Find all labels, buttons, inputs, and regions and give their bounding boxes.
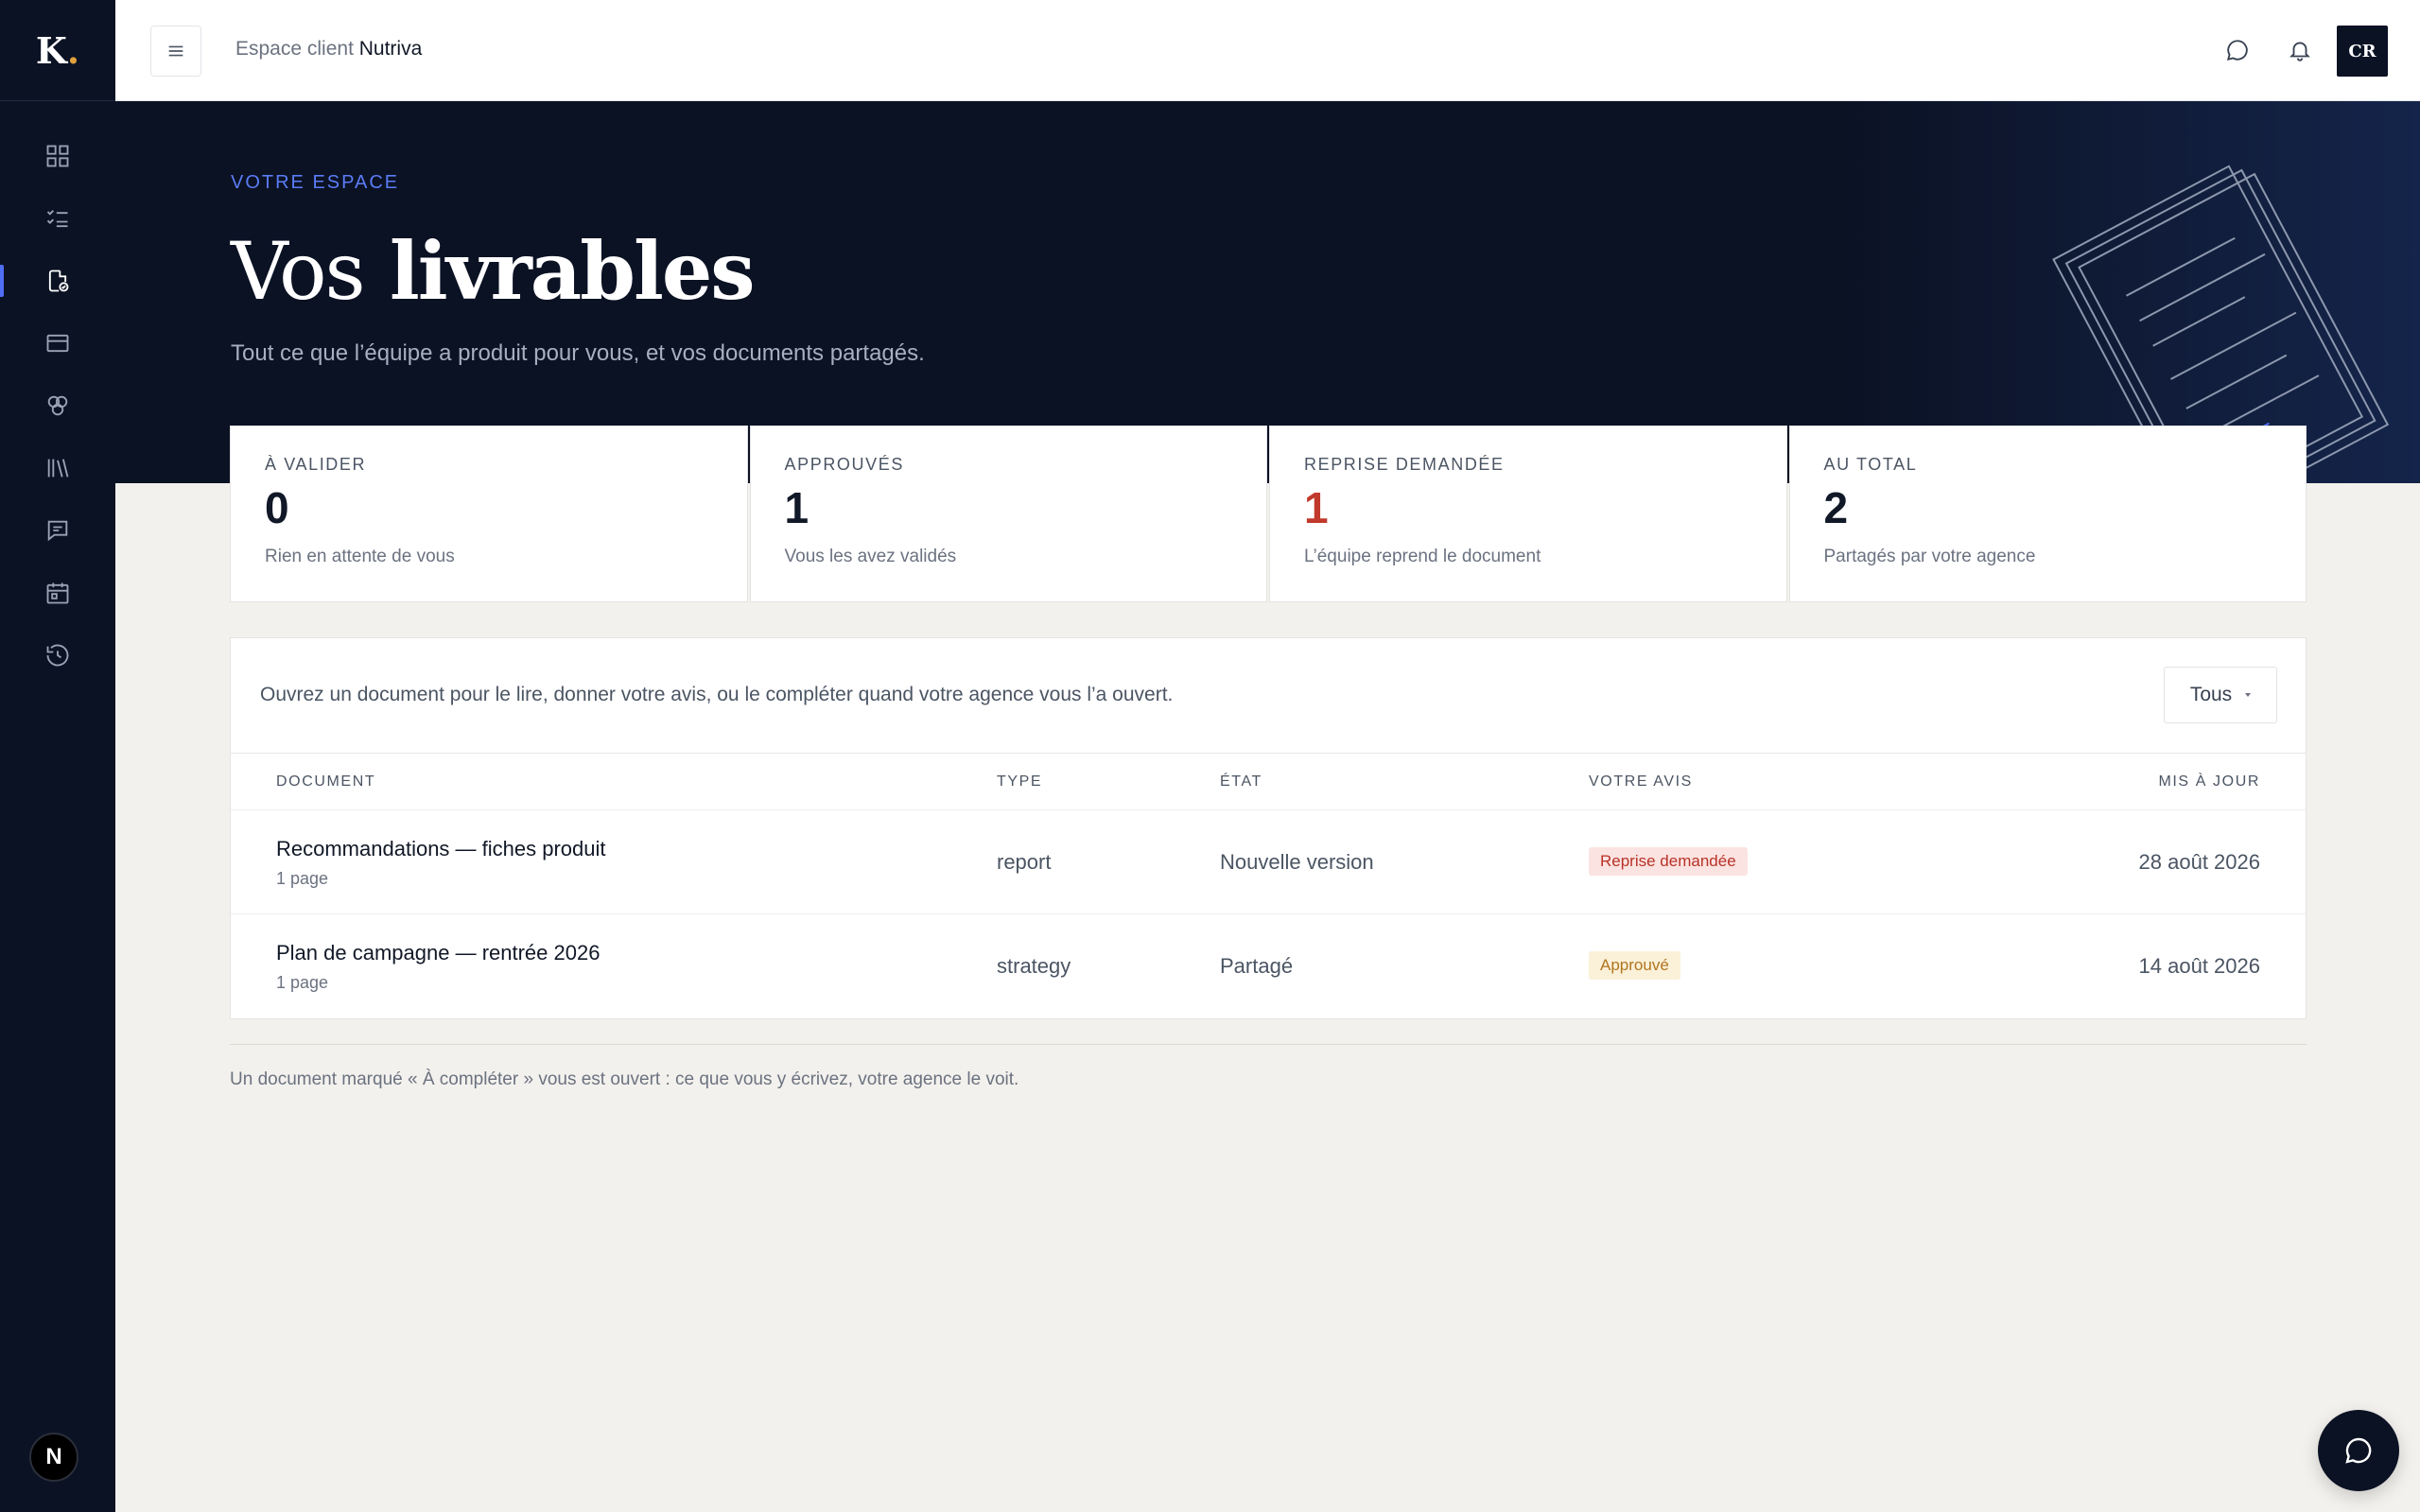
chat-bubble-icon [2345, 1437, 2372, 1464]
stat-note: Vous les avez validés [784, 547, 957, 566]
stat-approved[interactable]: Approuvés 1 Vous les avez validés [749, 426, 1267, 602]
stat-value: 1 [1304, 483, 1329, 532]
messages-button[interactable] [2221, 34, 2254, 66]
topbar: Espace client Nutriva CR [115, 0, 2420, 101]
stat-label: Au total [1823, 455, 1918, 474]
page-title-bold: livrables [389, 224, 756, 318]
stat-rework-requested[interactable]: Reprise demandée 1 L’équipe reprend le d… [1269, 426, 1787, 602]
stat-total[interactable]: Au total 2 Partagés par votre agence [1788, 426, 2307, 602]
caret-down-icon [2245, 693, 2252, 697]
table-row[interactable]: Recommandations — fiches produit 1 page … [231, 810, 2306, 914]
stats-row: À valider 0 Rien en attente de vous Appr… [230, 426, 2307, 602]
hero-eyebrow: VOTRE ESPACE [231, 172, 400, 193]
breadcrumb-prefix: Espace client [235, 38, 354, 60]
document-type: strategy [997, 954, 1071, 978]
sidebar-item-billing[interactable] [0, 312, 115, 374]
sidebar-item-library[interactable] [0, 437, 115, 499]
chat-launcher-button[interactable] [2318, 1410, 2399, 1491]
page-subtitle: Tout ce que l’équipe a produit pour vous… [231, 340, 925, 366]
sidebar-item-dashboard[interactable] [0, 125, 115, 187]
document-state: Partagé [1220, 954, 1294, 978]
document-state: Nouvelle version [1220, 850, 1374, 874]
column-header-state[interactable]: État [1220, 773, 1262, 791]
column-header-type[interactable]: Type [997, 773, 1042, 791]
workspace-badge[interactable]: N [29, 1433, 78, 1482]
stat-value: 2 [1823, 483, 1849, 532]
column-header-updated[interactable]: Mis à jour [2158, 773, 2260, 791]
status-filter-select[interactable]: Tous [2164, 667, 2277, 723]
opinion-badge: Approuvé [1589, 951, 1680, 980]
table-hint: Ouvrez un document pour le lire, donner … [260, 684, 1174, 705]
stat-note: L’équipe reprend le document [1304, 547, 1541, 566]
table-toolbar: Ouvrez un document pour le lire, donner … [231, 638, 2306, 754]
document-date: 14 août 2026 [2138, 954, 2260, 978]
page-title: Vos livrables [231, 224, 756, 318]
menu-toggle-button[interactable] [150, 26, 201, 77]
stat-note: Rien en attente de vous [265, 547, 455, 566]
sidebar: K. N [0, 0, 115, 1512]
sidebar-item-tasks[interactable] [0, 187, 115, 250]
stat-note: Partagés par votre agence [1823, 547, 2036, 566]
document-date: 28 août 2026 [2138, 850, 2260, 874]
sidebar-item-messages[interactable] [0, 499, 115, 562]
divider [230, 1044, 2307, 1045]
sidebar-item-history[interactable] [0, 624, 115, 686]
document-title[interactable]: Recommandations — fiches produit [276, 837, 606, 861]
filter-value: Tous [2189, 684, 2233, 705]
card-icon [46, 334, 69, 353]
message-icon [47, 520, 68, 542]
footnote: Un document marqué « À compléter » vous … [230, 1069, 1019, 1089]
stat-label: À valider [265, 455, 367, 474]
table-row[interactable]: Plan de campagne — rentrée 2026 1 page s… [231, 914, 2306, 1018]
notifications-button[interactable] [2284, 34, 2316, 66]
document-type: report [997, 850, 1052, 874]
document-pages: 1 page [276, 869, 329, 888]
logo-letter: K [35, 28, 67, 72]
sidebar-nav [0, 125, 115, 686]
document-title[interactable]: Plan de campagne — rentrée 2026 [276, 941, 600, 965]
page-title-light: Vos [231, 225, 366, 318]
logo[interactable]: K. [0, 0, 115, 101]
column-header-opinion[interactable]: Votre avis [1589, 773, 1693, 791]
history-icon [46, 644, 69, 667]
hamburger-icon [168, 45, 183, 57]
column-header-document[interactable]: Document [276, 773, 375, 791]
stat-label: Approuvés [784, 455, 904, 474]
sidebar-item-calendar[interactable] [0, 562, 115, 624]
breadcrumb: Espace client Nutriva [235, 38, 422, 61]
deliverables-table: Ouvrez un document pour le lire, donner … [230, 637, 2307, 1019]
stat-value: 0 [265, 483, 289, 532]
library-icon [47, 459, 69, 478]
stat-to-validate[interactable]: À valider 0 Rien en attente de vous [230, 426, 748, 602]
logo-dot: . [66, 28, 80, 72]
stat-value: 1 [784, 483, 810, 532]
chat-bubble-icon [2226, 40, 2248, 61]
sidebar-item-deliverables[interactable] [0, 250, 115, 312]
opinion-badge: Reprise demandée [1589, 847, 1748, 876]
circles-icon [47, 395, 68, 416]
stat-label: Reprise demandée [1304, 455, 1505, 474]
document-check-icon [48, 269, 69, 292]
checklist-icon [46, 210, 68, 228]
bell-icon [2289, 42, 2310, 61]
dashboard-icon [46, 145, 69, 167]
calendar-icon [46, 582, 69, 604]
table-header: Document Type État Votre avis Mis à jour [231, 754, 2306, 810]
breadcrumb-client[interactable]: Nutriva [359, 38, 423, 60]
sidebar-item-brand[interactable] [0, 374, 115, 437]
document-pages: 1 page [276, 973, 329, 992]
avatar[interactable]: CR [2337, 26, 2388, 77]
